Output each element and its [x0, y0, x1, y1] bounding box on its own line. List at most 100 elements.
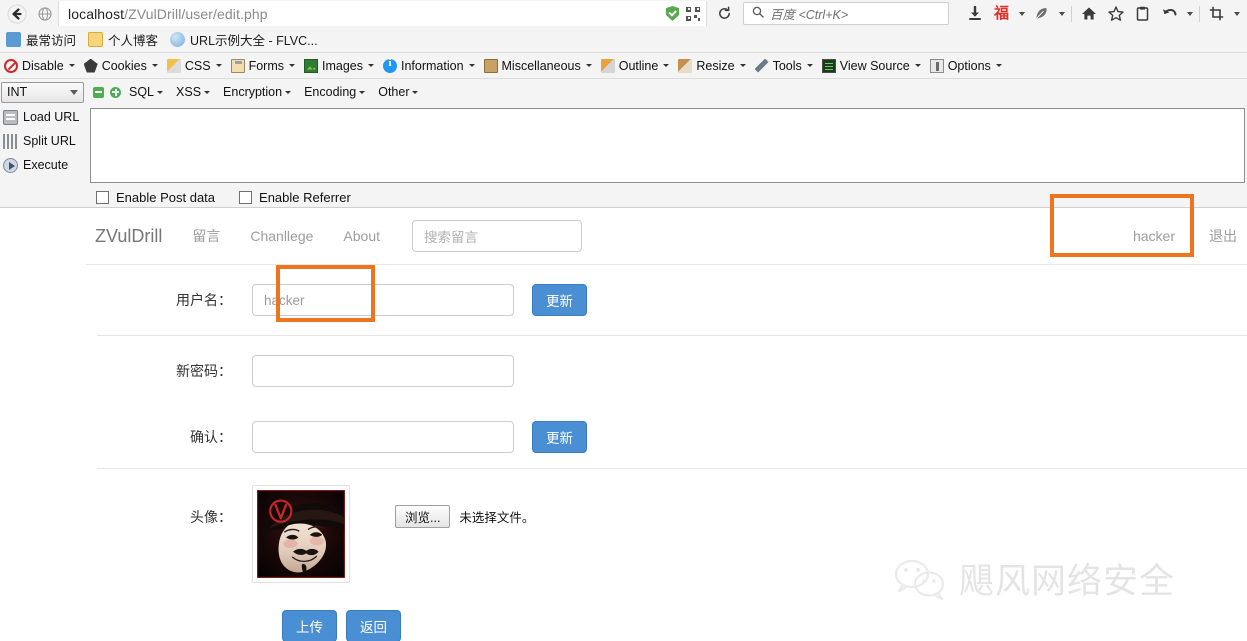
url-bar[interactable]: localhost/ZVulDrill/user/edit.php [58, 1, 706, 26]
bookmark-label: 个人博客 [108, 34, 159, 48]
qr-code-icon[interactable] [686, 6, 700, 21]
nav-item-about[interactable]: About [328, 228, 395, 244]
chevron-down-icon[interactable] [1055, 1, 1068, 26]
upload-button[interactable]: 上传 [282, 610, 337, 641]
webdev-label: Forms [248, 58, 284, 73]
view-source-icon [821, 58, 836, 73]
chevron-down-icon [68, 64, 75, 67]
new-password-input[interactable] [252, 355, 514, 387]
images-icon [303, 58, 318, 73]
clipboard-icon[interactable] [1129, 1, 1156, 26]
hackbar-type-select[interactable]: INT [1, 81, 84, 103]
webdev-menu-options[interactable]: Options [929, 58, 1002, 73]
back-button[interactable] [2, 1, 32, 26]
password-update-button[interactable]: 更新 [532, 421, 587, 453]
shield-check-icon[interactable] [666, 6, 679, 21]
enable-post-data-label: Enable Post data [116, 190, 216, 205]
chevron-down-icon [288, 64, 295, 67]
chevron-down-icon [157, 90, 164, 94]
webdev-menu-view-source[interactable]: View Source [821, 58, 921, 73]
chevron-down-icon [914, 64, 921, 67]
forms-icon [230, 58, 245, 73]
bookmark-item[interactable]: 最常访问 [6, 30, 76, 49]
webdev-menu-images[interactable]: Images [303, 58, 374, 73]
outline-icon [600, 58, 615, 73]
split-url-icon [3, 133, 18, 149]
download-icon[interactable] [961, 1, 988, 26]
chevron-down-icon [70, 89, 78, 95]
webdev-menu-information[interactable]: Information [382, 57, 475, 73]
search-input[interactable]: 百度 <Ctrl+K> [743, 2, 949, 25]
nav-logout-link[interactable]: 退出 [1192, 226, 1247, 246]
site-search-input[interactable]: 搜索留言 [412, 220, 582, 252]
webdev-menu-disable[interactable]: Disable [4, 58, 75, 73]
webdev-menu-miscellaneous[interactable]: Miscellaneous [483, 58, 592, 73]
site-identity-icon[interactable] [32, 1, 58, 26]
hackbar-menu-encoding[interactable]: Encoding [304, 85, 366, 99]
chevron-down-icon [359, 90, 366, 94]
search-placeholder: 百度 <Ctrl+K> [770, 8, 849, 22]
hackbar-menu-row: INT SQL XSS Encryption Encoding Other [0, 79, 1247, 105]
crop-icon[interactable] [1203, 1, 1230, 26]
split-url-button[interactable]: Split URL [0, 129, 85, 153]
form-action-buttons: 上传 返回 [86, 583, 1247, 641]
globe-icon [170, 32, 186, 47]
disable-icon [4, 58, 18, 73]
folder-icon [88, 32, 104, 47]
load-url-button[interactable]: Load URL [0, 105, 85, 129]
nav-item-messages[interactable]: 留言 [177, 226, 235, 246]
bookmark-item[interactable]: 个人博客 [88, 30, 158, 49]
chevron-down-icon [663, 64, 670, 67]
cookies-icon [83, 58, 98, 73]
plus-icon[interactable] [110, 86, 121, 98]
url-text: localhost/ZVulDrill/user/edit.php [68, 5, 268, 22]
star-icon[interactable] [1102, 1, 1129, 26]
fu-character-icon[interactable]: 福 [988, 1, 1015, 26]
back-button-form[interactable]: 返回 [346, 610, 401, 641]
username-update-button[interactable]: 更新 [532, 284, 587, 316]
webdev-label: Tools [772, 58, 802, 73]
chevron-down-icon[interactable] [1015, 1, 1028, 26]
webdev-menu-outline[interactable]: Outline [600, 58, 670, 73]
webdev-menu-css[interactable]: CSS [166, 58, 222, 73]
feather-icon[interactable] [1028, 1, 1055, 26]
webdev-menu-resize[interactable]: Resize [678, 58, 746, 73]
webdev-label: Miscellaneous [501, 58, 581, 73]
minus-icon[interactable] [93, 86, 104, 98]
username-label: 用户名： [176, 292, 232, 308]
hackbar-url-textarea[interactable] [90, 108, 1245, 183]
hackbar-menu-sql[interactable]: SQL [129, 85, 164, 99]
home-icon[interactable] [1075, 1, 1102, 26]
hackbar-menu-encryption[interactable]: Encryption [223, 85, 292, 99]
chevron-down-icon [285, 90, 292, 94]
bookmark-item[interactable]: URL示例大全 - FLVC... [170, 30, 318, 49]
nav-user-name[interactable]: hacker [1116, 228, 1192, 244]
execute-button[interactable]: Execute [0, 153, 85, 177]
new-password-row: 新密码： [86, 336, 1247, 406]
webdev-menu-tools[interactable]: Tools [754, 58, 813, 73]
enable-referrer-checkbox[interactable]: Enable Referrer [239, 190, 351, 205]
webdev-menu-forms[interactable]: Forms [230, 58, 295, 73]
chevron-down-icon[interactable] [1230, 1, 1243, 26]
reload-button[interactable] [706, 1, 741, 26]
browse-file-button[interactable]: 浏览... [395, 505, 451, 528]
bookmarks-bar: 最常访问 个人博客 URL示例大全 - FLVC... [0, 27, 1247, 53]
undo-icon[interactable] [1156, 1, 1183, 26]
username-input[interactable]: hacker [252, 284, 514, 316]
hackbar-menu-other[interactable]: Other [378, 85, 419, 99]
enable-post-data-checkbox[interactable]: Enable Post data [96, 190, 215, 205]
load-url-icon [3, 109, 18, 125]
confirm-password-input[interactable] [252, 421, 514, 453]
webdev-label: Outline [618, 58, 659, 73]
webdev-menu-cookies[interactable]: Cookies [83, 58, 158, 73]
options-icon [929, 58, 944, 73]
chevron-down-icon[interactable] [1183, 1, 1196, 26]
nav-item-chanllege[interactable]: Chanllege [235, 228, 328, 244]
enable-referrer-label: Enable Referrer [259, 190, 351, 205]
hackbar-menu-xss[interactable]: XSS [176, 85, 211, 99]
chevron-down-icon [151, 64, 158, 67]
site-brand[interactable]: ZVulDrill [86, 226, 177, 247]
webdev-label: Images [321, 58, 363, 73]
guy-fawkes-mask-avatar [257, 490, 345, 578]
avatar-label: 头像： [190, 509, 232, 525]
